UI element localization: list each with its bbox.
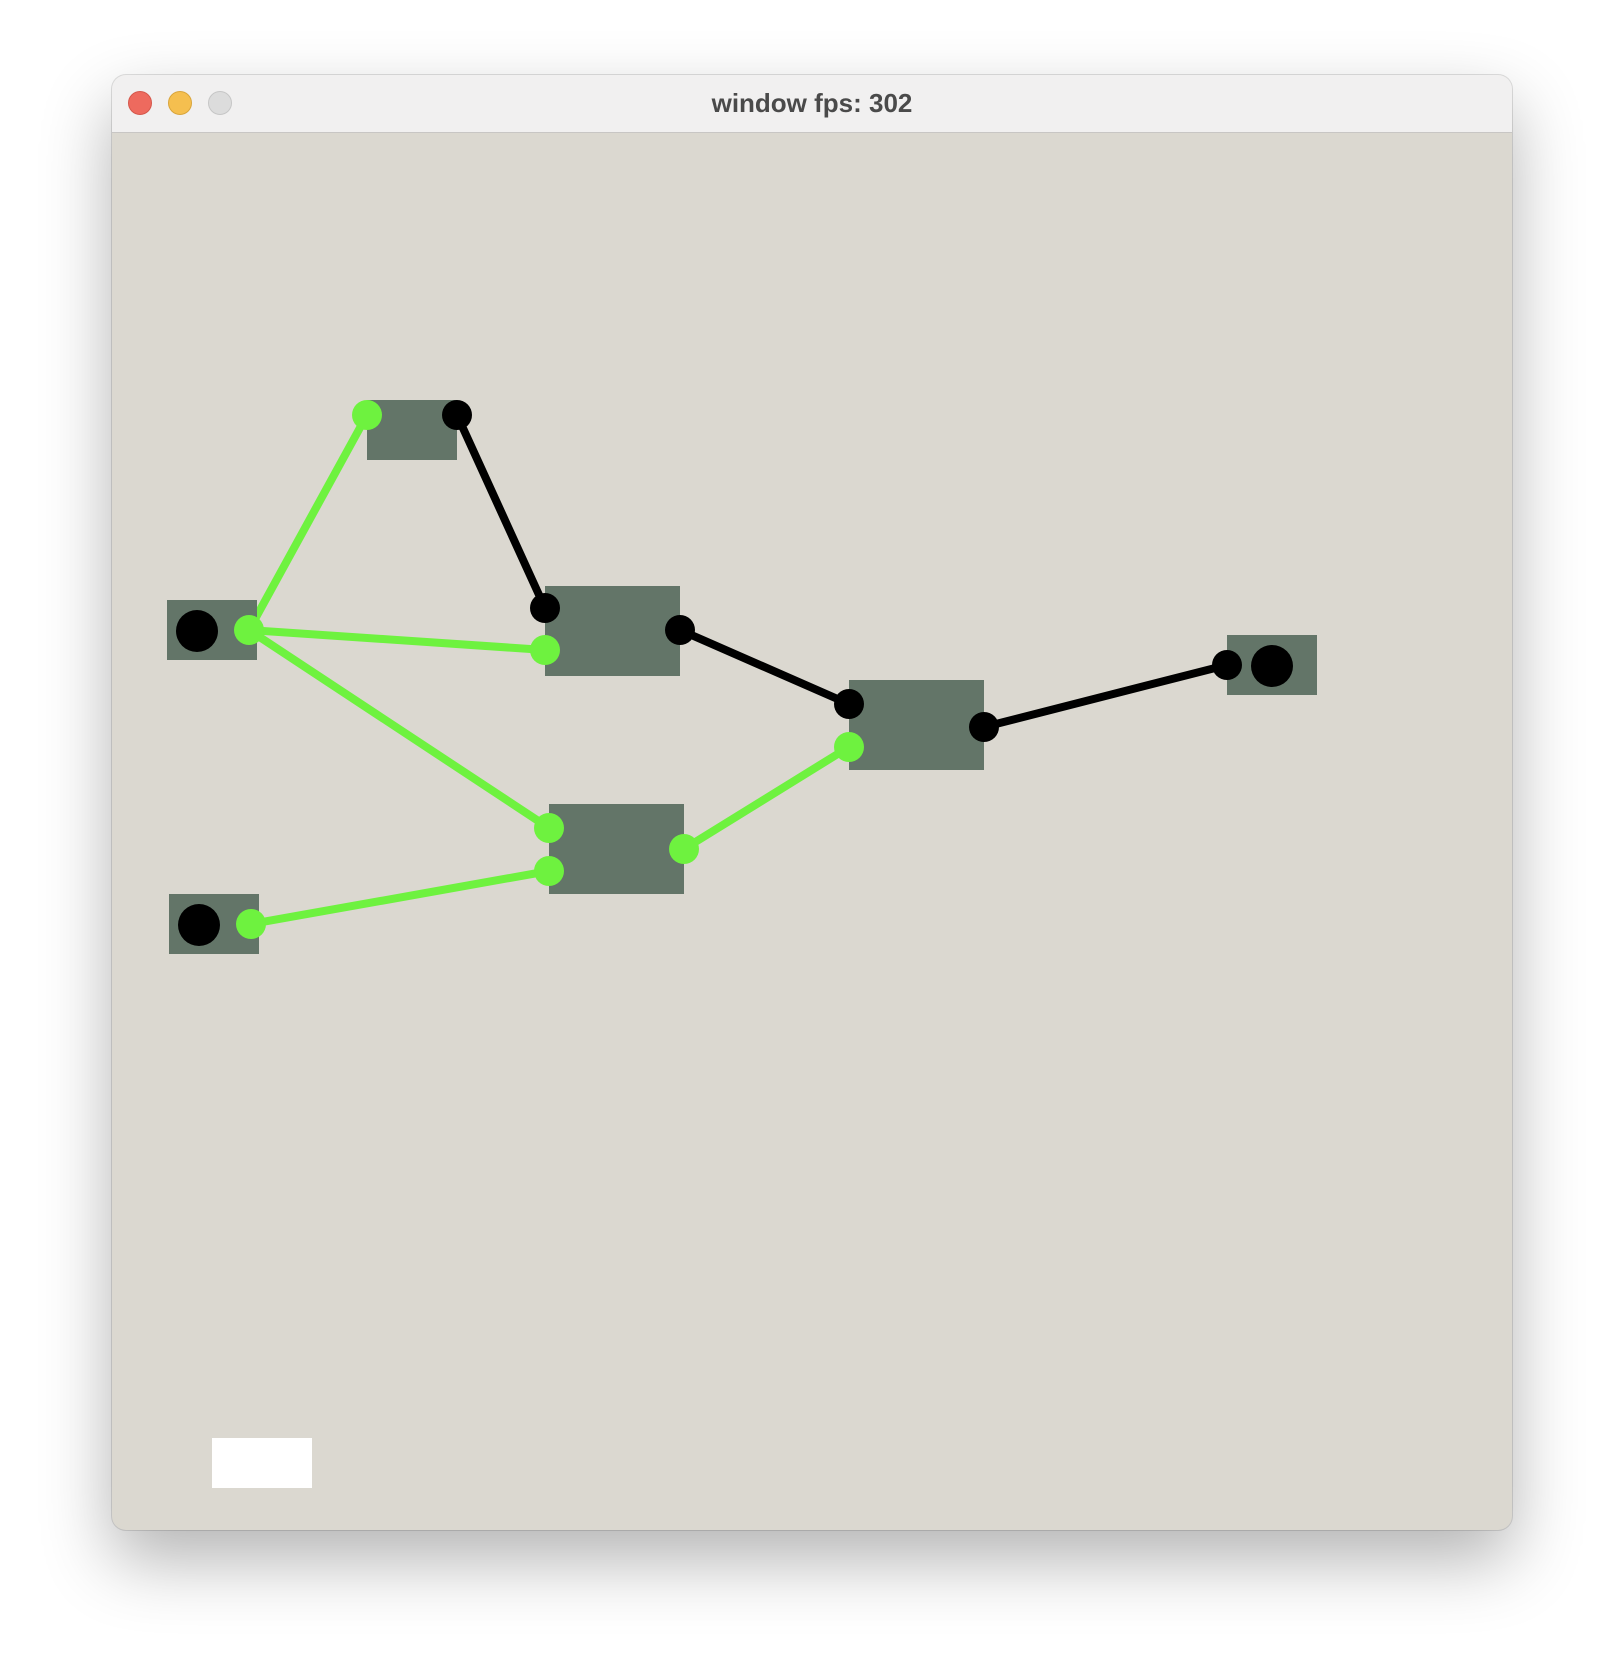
title-bar[interactable]: window fps: 302	[112, 75, 1512, 133]
nodes-layer	[167, 400, 1317, 954]
graph-svg[interactable]	[112, 133, 1512, 1530]
gate-node-right-body[interactable]	[849, 680, 984, 770]
wire-input1-gatetop[interactable]	[245, 411, 371, 634]
output-node[interactable]	[1212, 635, 1317, 695]
wire-gatetop-gatemiddle[interactable]	[453, 411, 549, 612]
wire-gateright-output[interactable]	[980, 661, 1231, 731]
gate-node-top-input-pin[interactable]	[352, 400, 382, 430]
wires-layer	[245, 411, 1231, 928]
gate-node-middle-input-pin-a[interactable]	[530, 593, 560, 623]
wire-input1-gatemiddle[interactable]	[245, 626, 549, 654]
gate-node-lower-body[interactable]	[549, 804, 684, 894]
gate-node-right-input-pin-a[interactable]	[834, 689, 864, 719]
output-node-indicator	[1251, 645, 1293, 687]
gate-node-lower-input-pin-a[interactable]	[534, 813, 564, 843]
wire-input2-gatelower[interactable]	[247, 867, 553, 928]
input-node-2-output-pin[interactable]	[236, 909, 266, 939]
output-node-input-pin[interactable]	[1212, 650, 1242, 680]
gate-node-right-input-pin-b[interactable]	[834, 732, 864, 762]
gate-node-middle-body[interactable]	[545, 586, 680, 676]
gate-node-lower[interactable]	[534, 804, 699, 894]
wire-gatelower-gateright[interactable]	[680, 743, 853, 853]
wire-input1-gatelower[interactable]	[245, 626, 553, 832]
gate-node-right[interactable]	[834, 680, 999, 770]
gate-node-middle[interactable]	[530, 586, 695, 676]
gate-node-middle-output-pin[interactable]	[665, 615, 695, 645]
input-node-2[interactable]	[169, 894, 266, 954]
input-node-2-toggle[interactable]	[178, 904, 220, 946]
app-window: window fps: 302	[112, 75, 1512, 1530]
text-input-box[interactable]	[212, 1438, 312, 1488]
input-node-1-toggle[interactable]	[176, 610, 218, 652]
gate-node-middle-input-pin-b[interactable]	[530, 635, 560, 665]
input-node-1-output-pin[interactable]	[234, 615, 264, 645]
graph-canvas[interactable]	[112, 133, 1512, 1530]
gate-node-lower-output-pin[interactable]	[669, 834, 699, 864]
gate-node-right-output-pin[interactable]	[969, 712, 999, 742]
gate-node-top-output-pin[interactable]	[442, 400, 472, 430]
gate-node-lower-input-pin-b[interactable]	[534, 856, 564, 886]
gate-node-top[interactable]	[352, 400, 472, 460]
window-title: window fps: 302	[711, 88, 913, 118]
input-node-1[interactable]	[167, 600, 264, 660]
wire-gatemiddle-gateright[interactable]	[676, 626, 853, 708]
screen: window fps: 302	[0, 0, 1624, 1680]
